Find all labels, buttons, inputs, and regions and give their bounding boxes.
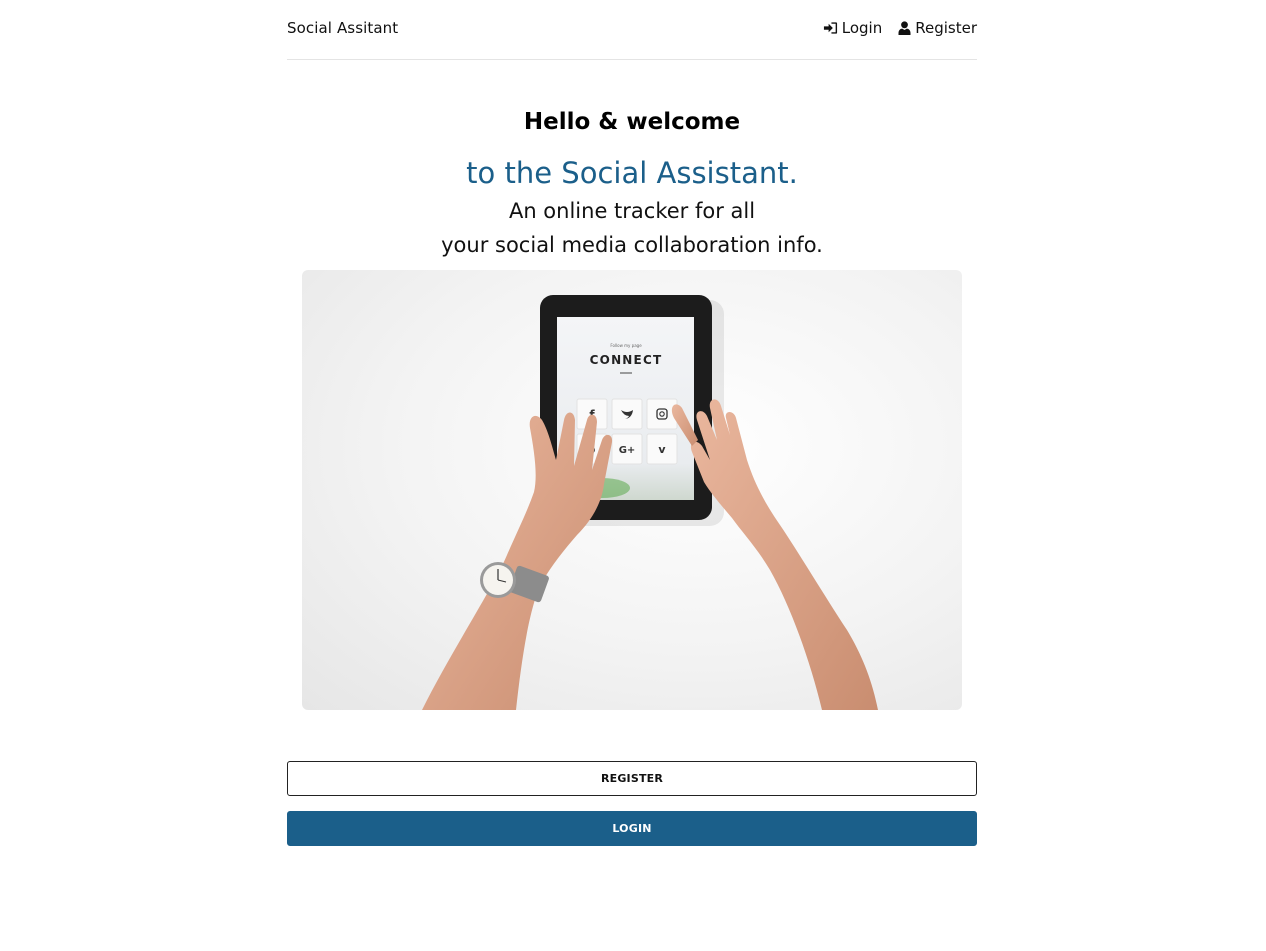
page-container: Social Assitant Login Register Hello & w… bbox=[287, 0, 977, 846]
nav-links: Login Register bbox=[823, 19, 977, 37]
google-plus-icon: G+ bbox=[611, 433, 643, 465]
tagline: An online tracker for all your social me… bbox=[287, 194, 977, 262]
tagline-line-1: An online tracker for all bbox=[508, 199, 756, 223]
vine-icon: v bbox=[646, 433, 678, 465]
twitter-icon bbox=[611, 398, 643, 430]
register-button[interactable]: REGISTER bbox=[287, 761, 977, 796]
tagline-line-2: your social media collaboration info. bbox=[441, 233, 823, 257]
sign-in-icon bbox=[823, 21, 838, 35]
nav-login-label: Login bbox=[841, 19, 883, 37]
nav-login-link[interactable]: Login bbox=[823, 19, 882, 37]
svg-text:G+: G+ bbox=[619, 445, 636, 456]
login-button[interactable]: LOGIN bbox=[287, 811, 977, 846]
hero-illustration: Follow my page CONNECT f bbox=[422, 295, 878, 710]
svg-text:v: v bbox=[658, 443, 666, 456]
screen-small-text: Follow my page bbox=[610, 343, 642, 348]
assistant-heading: to the Social Assistant. bbox=[466, 156, 798, 190]
hero-section: Hello & welcome to the Social Assistant.… bbox=[287, 107, 977, 710]
screen-title: CONNECT bbox=[590, 353, 663, 367]
hero-image: Follow my page CONNECT f bbox=[302, 270, 962, 710]
nav-register-label: Register bbox=[915, 19, 977, 37]
brand-link[interactable]: Social Assitant bbox=[287, 19, 398, 37]
welcome-heading: Hello & welcome bbox=[523, 109, 741, 135]
navbar: Social Assitant Login Register bbox=[287, 0, 977, 60]
nav-register-link[interactable]: Register bbox=[898, 19, 977, 37]
user-icon bbox=[898, 21, 911, 35]
